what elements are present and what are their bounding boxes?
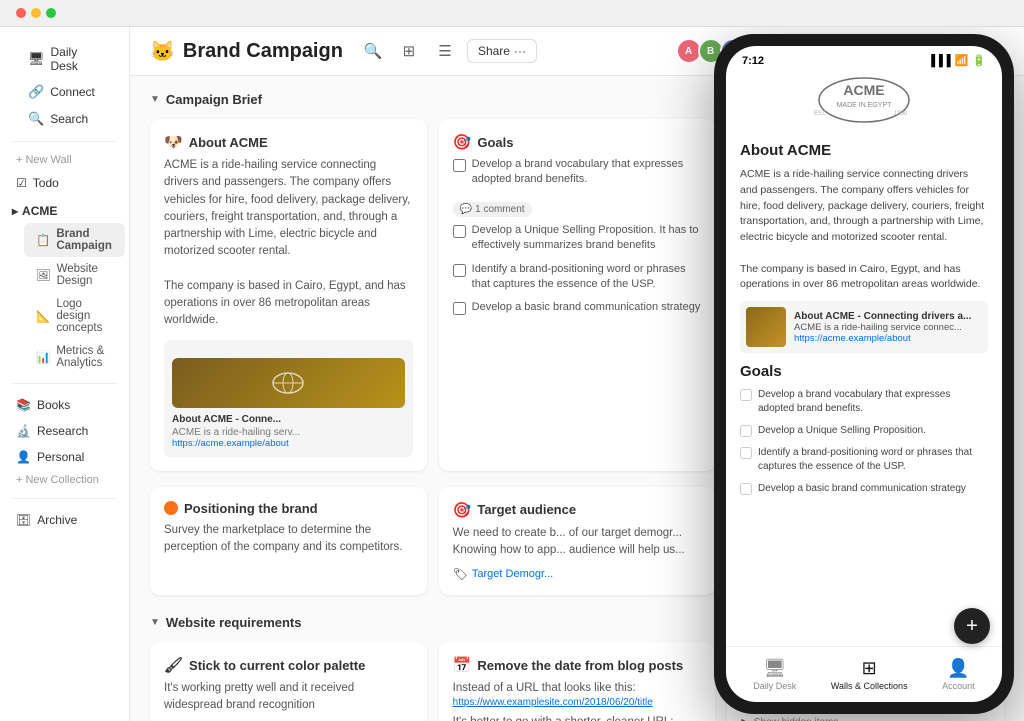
positioning-title: Positioning the brand bbox=[164, 501, 413, 516]
acme-group: ▸ ACME 📋 Brand Campaign 🖼 Website Design… bbox=[0, 200, 129, 375]
logo-design-icon: 📐 bbox=[36, 309, 50, 323]
color-palette-card: 🖌 Stick to current color palette It's wo… bbox=[150, 642, 427, 721]
close-dot[interactable] bbox=[16, 8, 26, 18]
sidebar-item-search[interactable]: 🔍 Search bbox=[16, 106, 113, 132]
acme-group-label[interactable]: ▸ ACME bbox=[0, 200, 129, 222]
topbar: 🐱 Brand Campaign 🔍 ⊞ ☰ Share ··· A B C + bbox=[130, 27, 1024, 76]
list-item: ▶ Show hidden items bbox=[741, 716, 990, 721]
main-content: 🐱 Brand Campaign 🔍 ⊞ ☰ Share ··· A B C + bbox=[130, 27, 1024, 721]
sidebar-item-books[interactable]: 📚 Books bbox=[4, 393, 125, 417]
search-button[interactable]: 🔍 bbox=[359, 37, 387, 65]
about-acme-link[interactable]: About ACME - Conne... ACME is a ride-hai… bbox=[164, 340, 413, 457]
bell-icon[interactable]: 🔔 bbox=[939, 50, 958, 68]
view-button[interactable]: ☰ bbox=[431, 37, 459, 65]
brand-campaign-icon: 📋 bbox=[36, 233, 50, 247]
todo-icon: ☑ bbox=[16, 176, 27, 190]
sidebar-divider bbox=[12, 141, 117, 142]
minimize-dot[interactable] bbox=[31, 8, 41, 18]
connect-icon: 🔗 bbox=[28, 84, 44, 100]
sidebar-divider-3 bbox=[12, 498, 117, 499]
archive-icon: 🗄 bbox=[16, 513, 31, 527]
page-title: Brand Campaign bbox=[183, 40, 343, 63]
window-chrome bbox=[0, 0, 1024, 27]
bullet-icon: • bbox=[741, 196, 745, 208]
sidebar-divider-2 bbox=[12, 383, 117, 384]
campaign-brief-cards: 🐶 About ACME ACME is a ride-hailing serv… bbox=[150, 119, 1004, 471]
chevron-down-icon-2: ▼ bbox=[150, 617, 160, 628]
target-audience-tag: 🏷 Target Demogr... bbox=[453, 567, 702, 581]
website-req-cards: 🖌 Stick to current color palette It's wo… bbox=[150, 642, 1004, 721]
new-collection-button[interactable]: + New Collection bbox=[0, 470, 129, 490]
sidebar-item-website-design[interactable]: 🖼 Website Design bbox=[24, 258, 125, 292]
share-button[interactable]: Share ··· bbox=[467, 39, 537, 63]
metrics-icon: 📊 bbox=[36, 350, 50, 364]
website-requirements-header[interactable]: ▼ Website requirements bbox=[150, 615, 1004, 630]
research-icon: 🔬 bbox=[16, 424, 31, 438]
goals-title: 🎯 Goals bbox=[453, 133, 702, 151]
call-to-action-card: 📢 Call to action s... We need to create … bbox=[727, 642, 1004, 721]
blog-url-long[interactable]: https://www.examplesite.com/2018/06/20/t… bbox=[453, 697, 702, 708]
website-design-icon: 🖼 bbox=[36, 268, 51, 282]
about-acme-text: ACME is a ride-hailing service connectin… bbox=[164, 157, 413, 330]
empty-card-1: ...d consist of a aign that starts ed br… bbox=[727, 487, 1004, 596]
about-acme-title: 🐶 About ACME bbox=[164, 133, 413, 151]
about-acme-thumbnail bbox=[172, 358, 405, 408]
sidebar-item-brand-campaign[interactable]: 📋 Brand Campaign bbox=[24, 223, 125, 257]
call-to-action-list: Only X days left ▶ Show hidden items Tod… bbox=[741, 701, 990, 721]
sidebar-item-research[interactable]: 🔬 Research bbox=[4, 419, 125, 443]
sidebar-item-todo[interactable]: ☑ Todo bbox=[4, 171, 125, 195]
vision-bullet: • Well-defined, compelling, and consiste… bbox=[741, 196, 990, 220]
vision-card: 👁 The vision Energize and mobilize all o… bbox=[727, 119, 1004, 471]
comment-icon[interactable]: 💬 bbox=[768, 38, 794, 64]
personal-icon: 👤 bbox=[16, 450, 31, 464]
target-audience-title: 🎯 Target audience bbox=[453, 501, 702, 519]
page-emoji: 🐱 bbox=[150, 39, 175, 64]
sidebar-item-connect[interactable]: 🔗 Connect bbox=[16, 79, 113, 105]
sidebar-item-archive[interactable]: 🗄 Archive bbox=[4, 508, 125, 532]
sidebar-item-logo-design[interactable]: 📐 Logo design concepts bbox=[24, 293, 125, 339]
add-avatar-button[interactable]: + bbox=[742, 38, 768, 64]
new-wall-button[interactable]: + New Wall bbox=[0, 150, 129, 170]
group-expand-icon: ▸ bbox=[12, 204, 18, 218]
vision-title: 👁 The vision bbox=[741, 133, 990, 151]
goal-item-4: Develop a basic brand communication stra… bbox=[453, 300, 702, 315]
goal-item-1: Develop a brand vocabulary that expresse… bbox=[453, 157, 702, 188]
goals-card: 🎯 Goals Develop a brand vocabulary that … bbox=[439, 119, 716, 471]
blog-posts-title: 📅 Remove the date from blog posts bbox=[453, 656, 702, 674]
sidebar-item-metrics[interactable]: 📊 Metrics & Analytics bbox=[24, 340, 125, 374]
maximize-dot[interactable] bbox=[46, 8, 56, 18]
color-palette-title: 🖌 Stick to current color palette bbox=[164, 656, 413, 674]
sidebar-item-daily-desk[interactable]: 🖥 Daily Desk bbox=[16, 40, 113, 78]
goal-item-3: Identify a brand-positioning word or phr… bbox=[453, 262, 702, 293]
daily-desk-icon: 🖥 bbox=[28, 51, 45, 67]
filter-button[interactable]: ⊞ bbox=[395, 37, 423, 65]
corner-icons: ☁ 🔔 U bbox=[916, 48, 988, 70]
user-icon[interactable]: U bbox=[966, 48, 988, 70]
goal-item-2: Develop a Unique Selling Proposition. It… bbox=[453, 223, 702, 254]
campaign-brief-row-2: Positioning the brand Survey the marketp… bbox=[150, 487, 1004, 596]
target-audience-card: 🎯 Target audience We need to create b...… bbox=[439, 487, 716, 596]
sidebar: 🖥 Daily Desk 🔗 Connect 🔍 Search + New Wa… bbox=[0, 27, 130, 721]
call-to-action-title: 📢 Call to action s... bbox=[741, 656, 990, 674]
content-area: ▼ Campaign Brief 🐶 About ACME ACME is a … bbox=[130, 76, 1024, 721]
list-item: Only X days left bbox=[755, 701, 990, 713]
search-icon: 🔍 bbox=[28, 111, 44, 127]
books-icon: 📚 bbox=[16, 398, 31, 412]
about-acme-card: 🐶 About ACME ACME is a ride-hailing serv… bbox=[150, 119, 427, 471]
more-icon: ··· bbox=[514, 44, 526, 58]
campaign-brief-section-header[interactable]: ▼ Campaign Brief bbox=[150, 92, 1004, 107]
sidebar-item-personal[interactable]: 👤 Personal bbox=[4, 445, 125, 469]
chevron-down-icon: ▼ bbox=[150, 94, 160, 105]
collaborator-avatars: A B C + 💬 bbox=[676, 38, 794, 64]
cloud-icon[interactable]: ☁ bbox=[916, 50, 931, 68]
positioning-card: Positioning the brand Survey the marketp… bbox=[150, 487, 427, 596]
blog-posts-card: 📅 Remove the date from blog posts Instea… bbox=[439, 642, 716, 721]
comment-badge[interactable]: 💬 1 comment bbox=[453, 202, 532, 217]
